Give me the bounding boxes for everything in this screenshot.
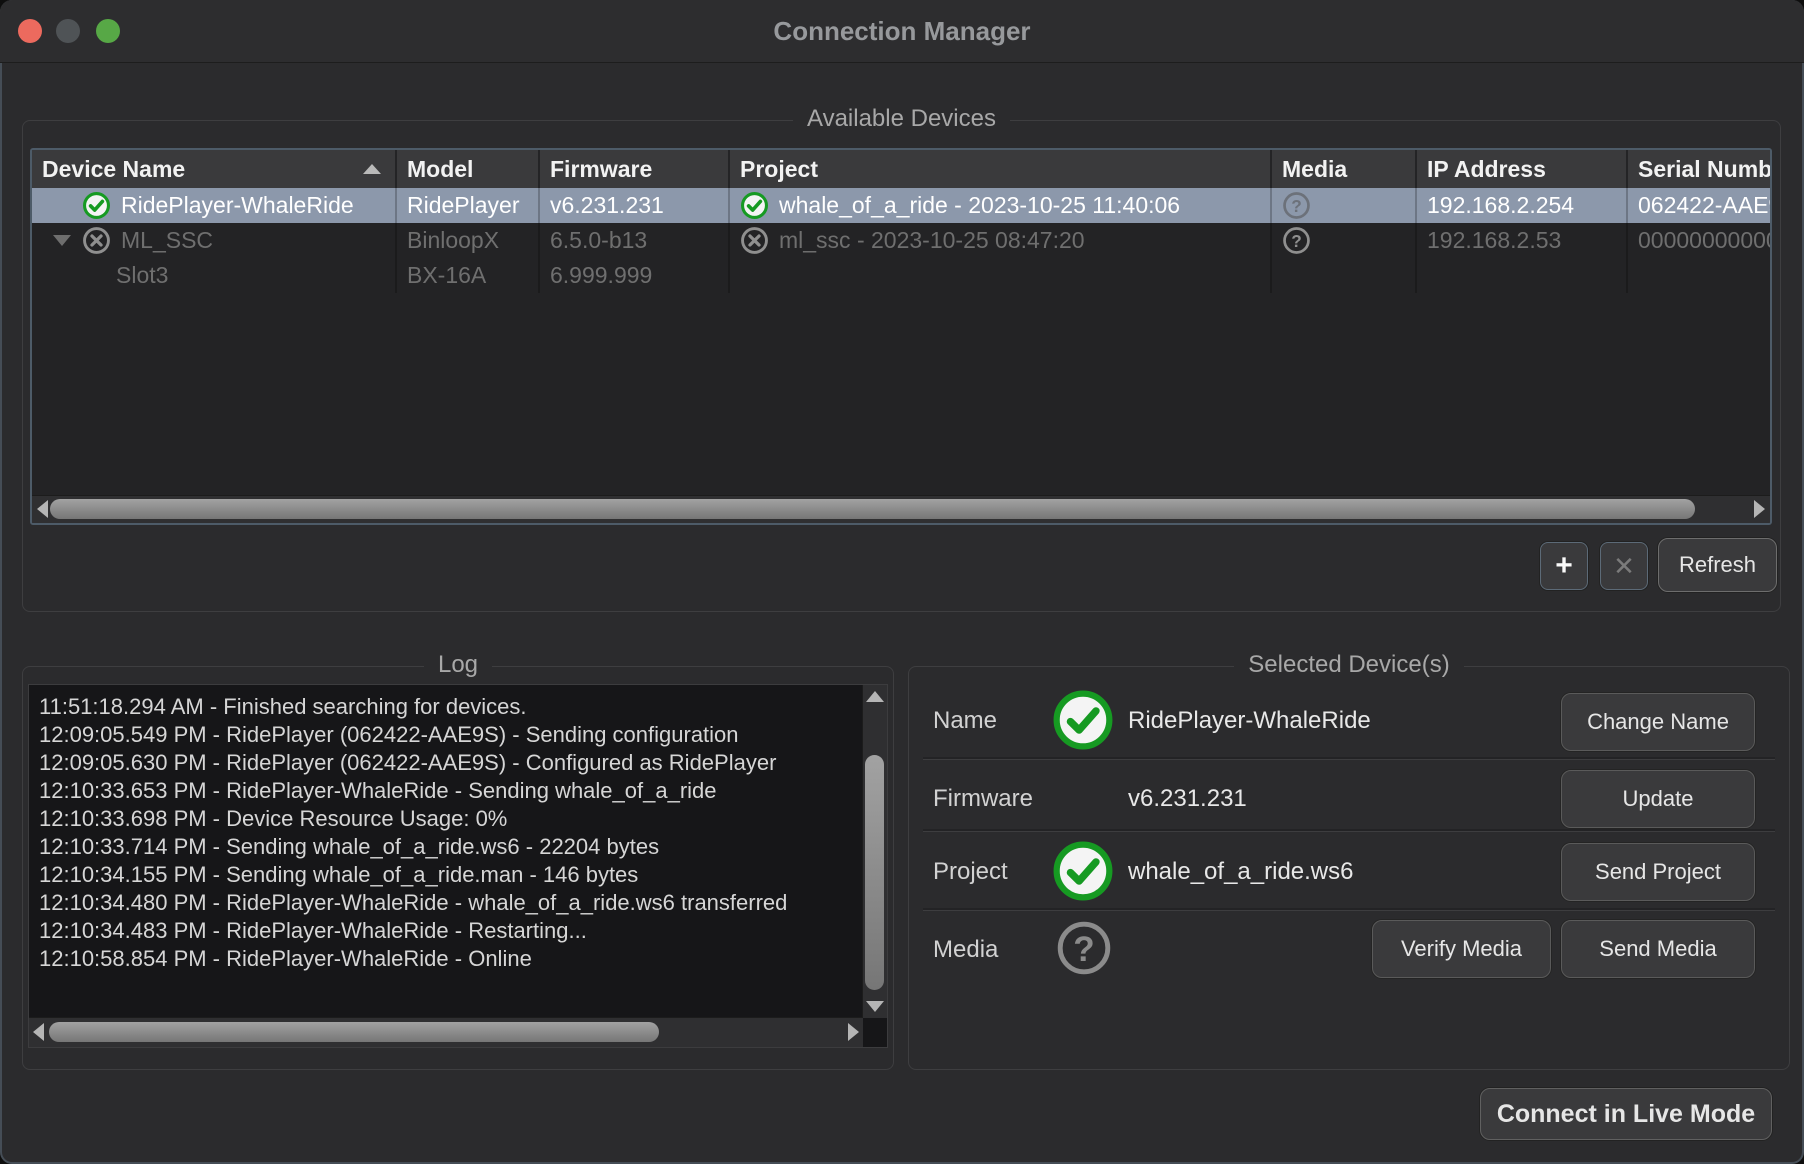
table-horizontal-scrollbar[interactable] bbox=[32, 495, 1770, 523]
title-bar: Connection Manager bbox=[0, 0, 1804, 63]
log-line: 12:10:34.483 PM - RidePlayer-WhaleRide -… bbox=[39, 917, 857, 945]
minimize-window-button[interactable] bbox=[56, 19, 80, 43]
column-header-serial-number[interactable]: Serial Number bbox=[1628, 150, 1770, 188]
close-window-button[interactable] bbox=[18, 19, 42, 43]
name-ok-icon bbox=[1052, 689, 1114, 756]
sort-ascending-icon bbox=[363, 164, 381, 174]
log-line: 12:10:34.155 PM - Sending whale_of_a_rid… bbox=[39, 861, 857, 889]
svg-text:?: ? bbox=[1073, 930, 1094, 969]
project-cell: ml_ssc - 2023-10-25 08:47:20 bbox=[730, 223, 1272, 258]
model-cell: BX-16A bbox=[397, 258, 540, 293]
log-line: 12:10:34.480 PM - RidePlayer-WhaleRide -… bbox=[39, 889, 857, 917]
column-header-model[interactable]: Model bbox=[397, 150, 540, 188]
connection-manager-window: Connection Manager Available Devices Dev… bbox=[0, 0, 1804, 1164]
scroll-right-icon[interactable] bbox=[848, 1023, 859, 1041]
scroll-right-icon[interactable] bbox=[1754, 500, 1765, 518]
column-header-firmware[interactable]: Firmware bbox=[540, 150, 730, 188]
firmware-label: Firmware bbox=[933, 785, 1033, 813]
serial-cell: 000000000000 bbox=[1628, 223, 1770, 258]
ip-cell bbox=[1417, 258, 1628, 293]
media-unknown-icon: ? bbox=[1282, 226, 1311, 255]
scroll-left-icon[interactable] bbox=[37, 500, 48, 518]
log-line: 12:10:33.653 PM - RidePlayer-WhaleRide -… bbox=[39, 777, 857, 805]
selected-devices-legend: Selected Device(s) bbox=[909, 651, 1789, 679]
project-cell bbox=[730, 258, 1272, 293]
scroll-up-icon[interactable] bbox=[866, 691, 884, 702]
zoom-window-button[interactable] bbox=[96, 19, 120, 43]
log-vertical-scrollbar[interactable] bbox=[862, 685, 887, 1018]
media-unknown-icon: ? bbox=[1056, 920, 1112, 981]
project-label: Project bbox=[933, 858, 1008, 886]
log-line: 12:10:33.714 PM - Sending whale_of_a_rid… bbox=[39, 833, 857, 861]
firmware-cell: 6.5.0-b13 bbox=[540, 223, 730, 258]
project-error-icon bbox=[740, 226, 769, 255]
firmware-cell: 6.999.999 bbox=[540, 258, 730, 293]
svg-text:?: ? bbox=[1291, 231, 1302, 251]
log-lines: 11:51:18.294 AM - Finished searching for… bbox=[39, 693, 857, 1017]
status-ok-icon bbox=[82, 191, 111, 220]
model-cell: RidePlayer bbox=[397, 188, 540, 223]
name-label: Name bbox=[933, 707, 997, 735]
model-cell: BinloopX bbox=[397, 223, 540, 258]
device-name-cell: RidePlayer-WhaleRide bbox=[32, 188, 397, 223]
available-devices-legend: Available Devices bbox=[23, 105, 1780, 133]
table-row-rideplayer[interactable]: RidePlayer-WhaleRide RidePlayer v6.231.2… bbox=[32, 188, 1770, 223]
column-header-ip-address[interactable]: IP Address bbox=[1417, 150, 1628, 188]
media-label: Media bbox=[933, 936, 998, 964]
device-table: Device Name Model Firmware Project Media… bbox=[30, 148, 1772, 525]
column-header-media[interactable]: Media bbox=[1272, 150, 1417, 188]
log-horizontal-scrollbar[interactable] bbox=[29, 1017, 863, 1047]
refresh-button[interactable]: Refresh bbox=[1658, 538, 1777, 592]
media-cell bbox=[1272, 258, 1417, 293]
verify-media-button[interactable]: Verify Media bbox=[1372, 920, 1551, 978]
log-vscrollbar-thumb[interactable] bbox=[865, 755, 884, 990]
send-project-button[interactable]: Send Project bbox=[1561, 843, 1755, 901]
log-line: 12:10:58.854 PM - RidePlayer-WhaleRide -… bbox=[39, 945, 857, 973]
log-line: 12:10:33.698 PM - Device Resource Usage:… bbox=[39, 805, 857, 833]
column-header-device-name[interactable]: Device Name bbox=[32, 150, 397, 188]
log-line: 12:09:05.549 PM - RidePlayer (062422-AAE… bbox=[39, 721, 857, 749]
change-name-button[interactable]: Change Name bbox=[1561, 693, 1755, 751]
firmware-value: v6.231.231 bbox=[1128, 785, 1247, 813]
update-firmware-button[interactable]: Update bbox=[1561, 770, 1755, 828]
ip-cell: 192.168.2.254 bbox=[1417, 188, 1628, 223]
project-ok-icon bbox=[740, 191, 769, 220]
column-header-project[interactable]: Project bbox=[730, 150, 1272, 188]
name-value: RidePlayer-WhaleRide bbox=[1128, 707, 1371, 735]
scroll-down-icon[interactable] bbox=[866, 1001, 884, 1012]
media-unknown-icon: ? bbox=[1282, 191, 1311, 220]
svg-text:?: ? bbox=[1291, 196, 1302, 216]
table-row-mlssc[interactable]: ML_SSC BinloopX 6.5.0-b13 ml_ssc - 2023-… bbox=[32, 223, 1770, 258]
ip-cell: 192.168.2.53 bbox=[1417, 223, 1628, 258]
project-ok-icon bbox=[1052, 840, 1114, 907]
serial-cell bbox=[1628, 258, 1770, 293]
serial-cell: 062422-AAE9S bbox=[1628, 188, 1770, 223]
media-cell: ? bbox=[1272, 188, 1417, 223]
project-value: whale_of_a_ride.ws6 bbox=[1128, 858, 1353, 886]
table-scrollbar-thumb[interactable] bbox=[50, 499, 1695, 519]
send-media-button[interactable]: Send Media bbox=[1561, 920, 1755, 978]
log-line: 12:09:05.630 PM - RidePlayer (062422-AAE… bbox=[39, 749, 857, 777]
log-hscrollbar-thumb[interactable] bbox=[49, 1022, 659, 1042]
device-name-cell: Slot3 bbox=[32, 258, 397, 293]
status-error-icon bbox=[82, 226, 111, 255]
log-line: 11:51:18.294 AM - Finished searching for… bbox=[39, 693, 857, 721]
firmware-cell: v6.231.231 bbox=[540, 188, 730, 223]
device-table-header: Device Name Model Firmware Project Media… bbox=[32, 150, 1770, 188]
media-cell: ? bbox=[1272, 223, 1417, 258]
add-device-button[interactable]: + bbox=[1540, 542, 1588, 590]
project-cell: whale_of_a_ride - 2023-10-25 11:40:06 bbox=[730, 188, 1272, 223]
log-output[interactable]: 11:51:18.294 AM - Finished searching for… bbox=[28, 684, 888, 1048]
selected-devices-group: Selected Device(s) Name RidePlayer-Whale… bbox=[908, 666, 1790, 1070]
window-title: Connection Manager bbox=[0, 0, 1804, 62]
device-name-cell: ML_SSC bbox=[32, 223, 397, 258]
disclosure-expanded-icon[interactable] bbox=[53, 235, 71, 246]
scroll-left-icon[interactable] bbox=[33, 1023, 44, 1041]
table-row-slot3[interactable]: Slot3 BX-16A 6.999.999 bbox=[32, 258, 1770, 293]
remove-device-button[interactable]: ✕ bbox=[1600, 542, 1648, 590]
connect-live-mode-button[interactable]: Connect in Live Mode bbox=[1480, 1088, 1772, 1140]
log-legend: Log bbox=[23, 651, 893, 679]
